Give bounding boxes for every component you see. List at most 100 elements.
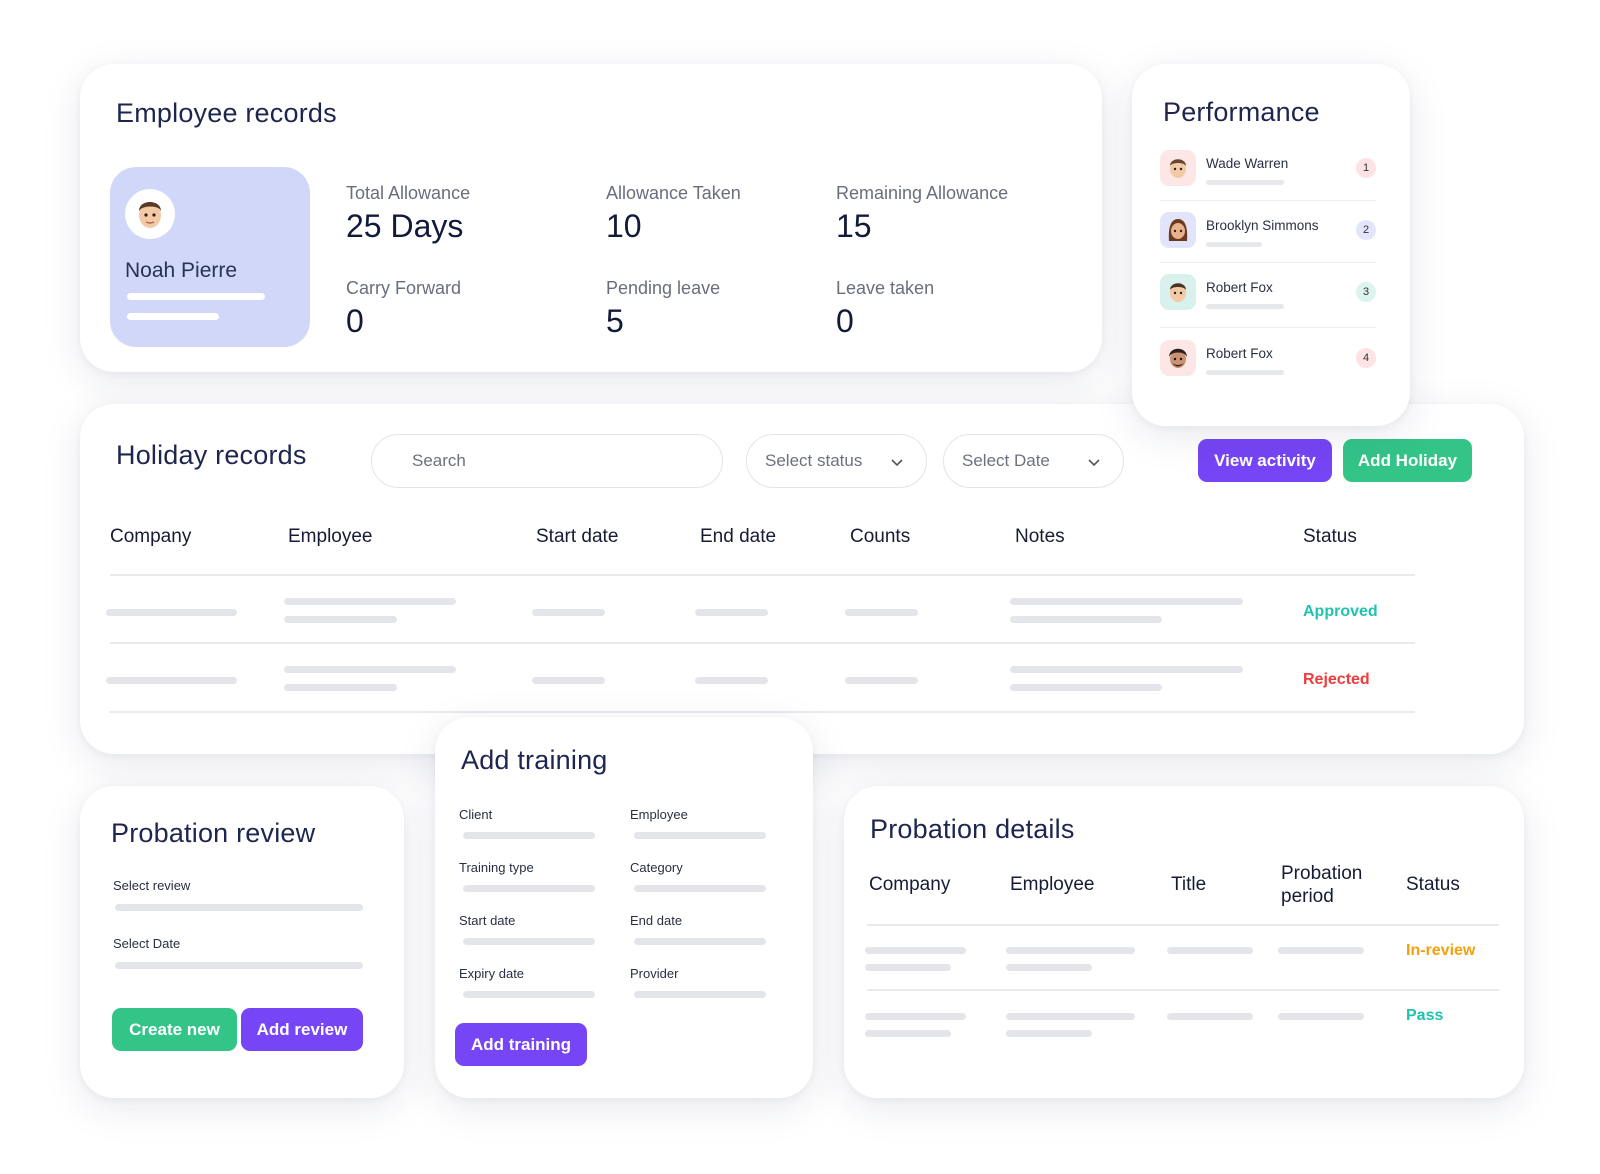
start-date-label: Start date <box>459 913 516 928</box>
stat-value: 10 <box>606 208 642 244</box>
man-avatar-icon <box>1170 159 1186 178</box>
column-header-company: Company <box>869 874 951 895</box>
column-header-status: Status <box>1303 526 1357 547</box>
performance-bar <box>1206 304 1284 309</box>
avatar <box>1160 150 1196 186</box>
status-select-label: Select status <box>765 451 863 470</box>
client-field[interactable] <box>463 832 595 839</box>
divider <box>110 574 1415 576</box>
date-select-label: Select Date <box>962 451 1050 470</box>
avatar <box>1160 274 1196 310</box>
category-field[interactable] <box>634 885 766 892</box>
status-badge: Rejected <box>1303 671 1370 688</box>
performance-item[interactable]: Wade Warren 1 <box>1160 150 1376 206</box>
add-review-button[interactable]: Add review <box>241 1008 363 1051</box>
divider <box>110 642 1415 644</box>
create-new-button[interactable]: Create new <box>112 1008 237 1051</box>
status-badge: Pass <box>1406 1007 1444 1024</box>
employee-records-card: Employee records Noah Pierre Total Allow… <box>80 64 1102 372</box>
column-header-counts: Counts <box>850 526 911 547</box>
rank-badge: 4 <box>1356 348 1376 368</box>
column-header-company: Company <box>110 526 192 547</box>
performance-bar <box>1206 242 1262 247</box>
end-date-label: End date <box>630 913 683 928</box>
search-input[interactable]: Search <box>371 434 723 488</box>
probation-review-title: Probation review <box>111 818 316 848</box>
expiry-date-label: Expiry date <box>459 966 525 981</box>
status-badge: Approved <box>1303 603 1378 620</box>
performance-name: Robert Fox <box>1206 346 1273 361</box>
status-badge: In-review <box>1406 942 1476 959</box>
performance-name: Brooklyn Simmons <box>1206 218 1319 233</box>
woman-avatar-icon <box>1168 219 1188 241</box>
select-date-label: Select Date <box>113 936 181 951</box>
stat-label: Pending leave <box>606 278 721 298</box>
column-header-employee: Employee <box>288 526 373 547</box>
performance-card: Performance Wade Warren 1 Brooklyn Simmo… <box>1132 64 1410 426</box>
employee-profile-card[interactable]: Noah Pierre <box>110 167 310 347</box>
employee-records-title: Employee records <box>116 98 337 128</box>
profile-name: Noah Pierre <box>125 259 238 282</box>
column-header-notes: Notes <box>1015 526 1065 547</box>
holiday-records-card: Holiday records Search Select status Sel… <box>80 404 1524 754</box>
category-label: Category <box>630 860 683 875</box>
select-date-field[interactable] <box>115 962 363 969</box>
column-header-start-date: Start date <box>536 526 619 547</box>
rank-badge: 2 <box>1356 220 1376 240</box>
training-type-label: Training type <box>459 860 534 875</box>
stat-label: Allowance Taken <box>606 183 741 203</box>
provider-field[interactable] <box>634 991 766 998</box>
status-select[interactable]: Select status <box>746 434 927 488</box>
probation-details-card: Probation details Company Employee Title… <box>844 786 1524 1098</box>
probation-review-card: Probation review Select review Select Da… <box>80 786 404 1098</box>
provider-label: Provider <box>630 966 679 981</box>
rank-badge: 1 <box>1356 158 1376 178</box>
rank-badge: 3 <box>1356 282 1376 302</box>
performance-bar <box>1206 180 1284 185</box>
add-training-button[interactable]: Add training <box>455 1023 587 1066</box>
training-type-field[interactable] <box>463 885 595 892</box>
performance-item[interactable]: Brooklyn Simmons 2 <box>1160 212 1376 268</box>
date-select[interactable]: Select Date <box>943 434 1124 488</box>
expiry-date-field[interactable] <box>463 991 595 998</box>
avatar <box>125 189 175 239</box>
column-header-employee: Employee <box>1010 874 1095 895</box>
stat-label: Total Allowance <box>346 183 471 203</box>
profile-bar <box>127 313 219 320</box>
stat-label: Remaining Allowance <box>836 183 1009 203</box>
add-holiday-button[interactable]: Add Holiday <box>1343 439 1472 482</box>
chevron-down-icon <box>891 459 903 467</box>
probation-details-title: Probation details <box>870 814 1075 844</box>
stat-value: 5 <box>606 303 624 339</box>
add-training-card: Add training Client Employee Training ty… <box>435 717 813 1098</box>
search-placeholder: Search <box>412 451 466 470</box>
stat-value: 25 Days <box>346 208 464 244</box>
profile-bar <box>127 293 265 300</box>
performance-name: Robert Fox <box>1206 280 1273 295</box>
divider <box>110 711 1415 713</box>
add-training-title: Add training <box>461 745 608 775</box>
performance-name: Wade Warren <box>1206 156 1289 171</box>
view-activity-button[interactable]: View activity <box>1198 439 1332 482</box>
column-header-probation-period: Probation period <box>1281 863 1363 907</box>
man-avatar-icon <box>1170 283 1186 302</box>
performance-bar <box>1206 370 1284 375</box>
client-label: Client <box>459 807 493 822</box>
performance-title: Performance <box>1163 97 1320 127</box>
divider <box>867 989 1499 991</box>
end-date-field[interactable] <box>634 938 766 945</box>
performance-item[interactable]: Robert Fox 3 <box>1160 274 1376 330</box>
chevron-down-icon <box>1088 459 1100 467</box>
holiday-records-title: Holiday records <box>116 440 307 470</box>
employee-field[interactable] <box>634 832 766 839</box>
select-review-field[interactable] <box>115 904 363 911</box>
stat-label: Leave taken <box>836 278 935 298</box>
avatar <box>1160 340 1196 376</box>
performance-item[interactable]: Robert Fox 4 <box>1160 340 1376 396</box>
stat-label: Carry Forward <box>346 278 462 298</box>
column-header-title: Title <box>1171 874 1207 895</box>
start-date-field[interactable] <box>463 938 595 945</box>
avatar <box>1160 212 1196 248</box>
column-header-status: Status <box>1406 874 1460 895</box>
stat-value: 0 <box>836 303 854 339</box>
